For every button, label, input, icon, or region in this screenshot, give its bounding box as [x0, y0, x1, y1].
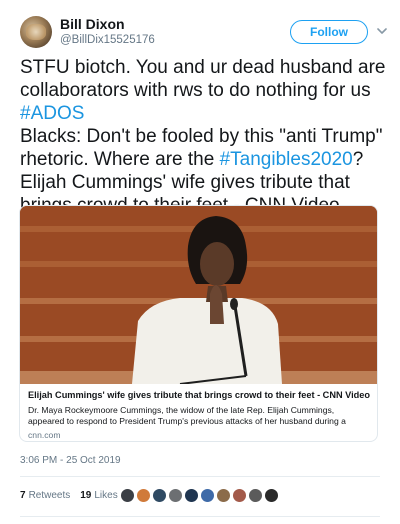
liker-avatar[interactable]	[168, 488, 183, 503]
tweet-line: #ADOS	[20, 102, 390, 125]
liker-avatar[interactable]	[184, 488, 199, 503]
user-name[interactable]: Bill Dixon	[60, 16, 125, 32]
liker-avatar[interactable]	[264, 488, 279, 503]
retweets-count: 7	[20, 490, 26, 501]
card-description-line: Dr. Maya Rockeymoore Cummings, the widow…	[28, 405, 335, 415]
retweets-label: Retweets	[28, 490, 71, 501]
tweet-line: Elijah Cummings' wife gives tribute that	[20, 172, 350, 193]
card-title[interactable]: Elijah Cummings' wife gives tribute that…	[28, 390, 373, 400]
hashtag-link[interactable]: #ADOS	[20, 103, 84, 124]
follow-button[interactable]: Follow	[290, 20, 368, 44]
likes-count: 19	[80, 490, 92, 501]
engagement-stats: 7 Retweets 19 Likes	[20, 490, 128, 501]
user-handle[interactable]: @BillDix15525176	[60, 34, 155, 46]
tweet-line: STFU biotch. You and ur dead husband are	[20, 57, 386, 78]
liker-avatars	[120, 488, 280, 503]
liker-avatar[interactable]	[232, 488, 247, 503]
avatar[interactable]	[20, 16, 52, 48]
divider	[20, 476, 380, 477]
divider	[20, 516, 380, 517]
hashtag-link[interactable]: #Tangibles2020	[220, 149, 353, 170]
tweet-line: rhetoric. Where are the #Tangibles2020?	[20, 149, 364, 170]
liker-avatar[interactable]	[248, 488, 263, 503]
liker-avatar[interactable]	[120, 488, 135, 503]
timestamp[interactable]: 3:06 PM - 25 Oct 2019	[20, 455, 121, 466]
liker-avatar[interactable]	[152, 488, 167, 503]
tweet-line: collaborators with rws to do nothing for…	[20, 80, 371, 101]
tweet: Bill Dixon @BillDix15525176 Follow STFU …	[0, 0, 400, 524]
card-description-line: appeared to respond to President Trump's…	[28, 416, 346, 426]
tweet-line: Blacks: Don't be fooled by this "anti Tr…	[20, 126, 383, 147]
tweet-text: STFU biotch. You and ur dead husband are…	[20, 56, 390, 217]
link-card[interactable]: Elijah Cummings' wife gives tribute that…	[19, 205, 378, 442]
liker-avatar[interactable]	[216, 488, 231, 503]
liker-avatar[interactable]	[200, 488, 215, 503]
card-photo	[20, 206, 377, 384]
card-domain: cnn.com	[28, 430, 61, 440]
likes-stat[interactable]: 19 Likes	[80, 490, 117, 501]
liker-avatar[interactable]	[136, 488, 151, 503]
retweets-stat[interactable]: 7 Retweets	[20, 490, 70, 501]
card-image[interactable]	[20, 206, 377, 384]
card-description: Dr. Maya Rockeymoore Cummings, the widow…	[28, 405, 373, 427]
chevron-down-icon[interactable]	[375, 24, 389, 38]
likes-label: Likes	[94, 490, 118, 501]
